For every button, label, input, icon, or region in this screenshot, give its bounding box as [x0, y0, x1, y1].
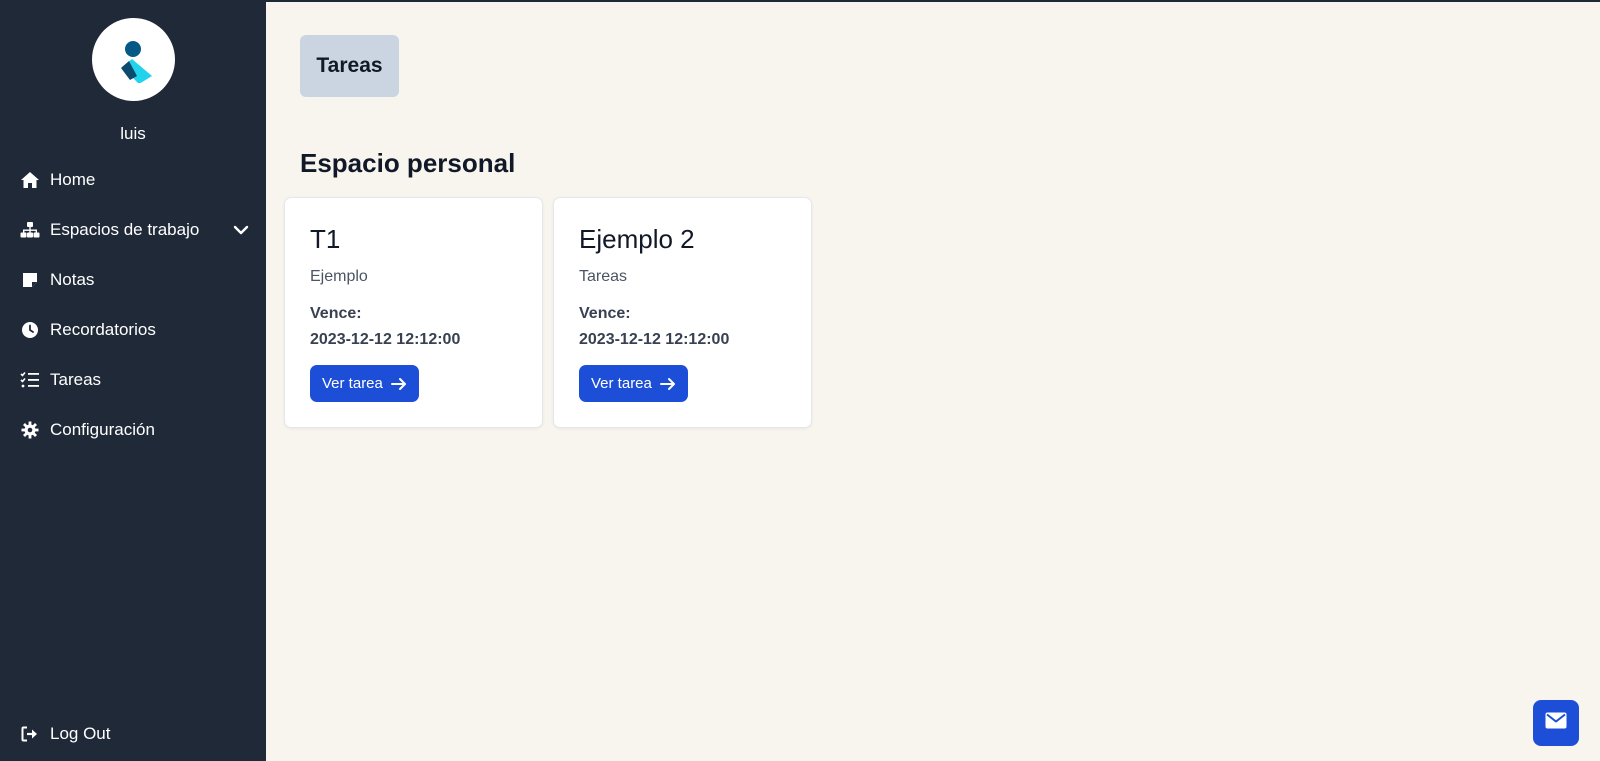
- username: luis: [120, 124, 146, 143]
- view-task-label: Ver tarea: [322, 375, 383, 392]
- avatar[interactable]: [92, 18, 175, 101]
- sidebar-item-recordatorios[interactable]: Recordatorios: [20, 310, 250, 350]
- task-subtitle: Tareas: [579, 268, 628, 285]
- sidebar-item-label: Recordatorios: [50, 320, 156, 339]
- task-title: T1: [310, 224, 341, 254]
- chevron-down-icon[interactable]: [232, 221, 250, 239]
- arrow-right-icon: [659, 377, 676, 391]
- sitemap-icon: [20, 220, 40, 240]
- logout-button[interactable]: Log Out: [20, 714, 111, 754]
- due-label: Vence:: [579, 305, 631, 322]
- top-border: [0, 0, 1600, 2]
- sidebar-item-label: Espacios de trabajo: [50, 220, 200, 239]
- sidebar-item-label: Tareas: [50, 370, 102, 389]
- main-content: Tareas Espacio personal T1 Ejemplo Vence…: [266, 0, 1600, 761]
- user-logo-icon: [120, 40, 152, 83]
- home-icon: [20, 170, 40, 190]
- section-title: Espacio personal: [300, 148, 516, 178]
- view-task-button[interactable]: Ver tarea: [310, 365, 419, 402]
- sidebar-item-notas[interactable]: Notas: [20, 260, 250, 300]
- task-card: T1 Ejemplo Vence: 2023-12-12 12:12:00 Ve…: [284, 197, 543, 428]
- task-title: Ejemplo 2: [579, 224, 695, 254]
- sidebar: luis Home Espacios de trabajo Notas Reco…: [0, 0, 266, 761]
- due-label: Vence:: [310, 305, 362, 322]
- gear-icon: [20, 420, 40, 440]
- task-subtitle: Ejemplo: [310, 268, 368, 285]
- sidebar-item-home[interactable]: Home: [20, 160, 250, 200]
- mail-button[interactable]: [1533, 700, 1579, 746]
- view-task-label: Ver tarea: [591, 375, 652, 392]
- clock-icon: [20, 320, 40, 340]
- sidebar-item-tareas[interactable]: Tareas: [20, 360, 250, 400]
- task-list-icon: [20, 370, 40, 390]
- sidebar-item-label: Notas: [50, 270, 95, 289]
- arrow-right-icon: [390, 377, 407, 391]
- sidebar-item-label: Configuración: [50, 420, 155, 439]
- task-card: Ejemplo 2 Tareas Vence: 2023-12-12 12:12…: [553, 197, 812, 428]
- envelope-icon: [1545, 712, 1567, 734]
- view-task-button[interactable]: Ver tarea: [579, 365, 688, 402]
- logout-label: Log Out: [50, 724, 111, 743]
- sidebar-item-espacios-de-trabajo[interactable]: Espacios de trabajo: [20, 210, 250, 250]
- sticky-note-icon: [20, 270, 40, 290]
- due-date: 2023-12-12 12:12:00: [310, 331, 461, 348]
- tab-tareas[interactable]: Tareas: [300, 35, 399, 97]
- sidebar-item-label: Home: [50, 170, 96, 189]
- sidebar-item-configuracion[interactable]: Configuración: [20, 410, 250, 450]
- sign-out-icon: [20, 724, 40, 744]
- due-date: 2023-12-12 12:12:00: [579, 331, 730, 348]
